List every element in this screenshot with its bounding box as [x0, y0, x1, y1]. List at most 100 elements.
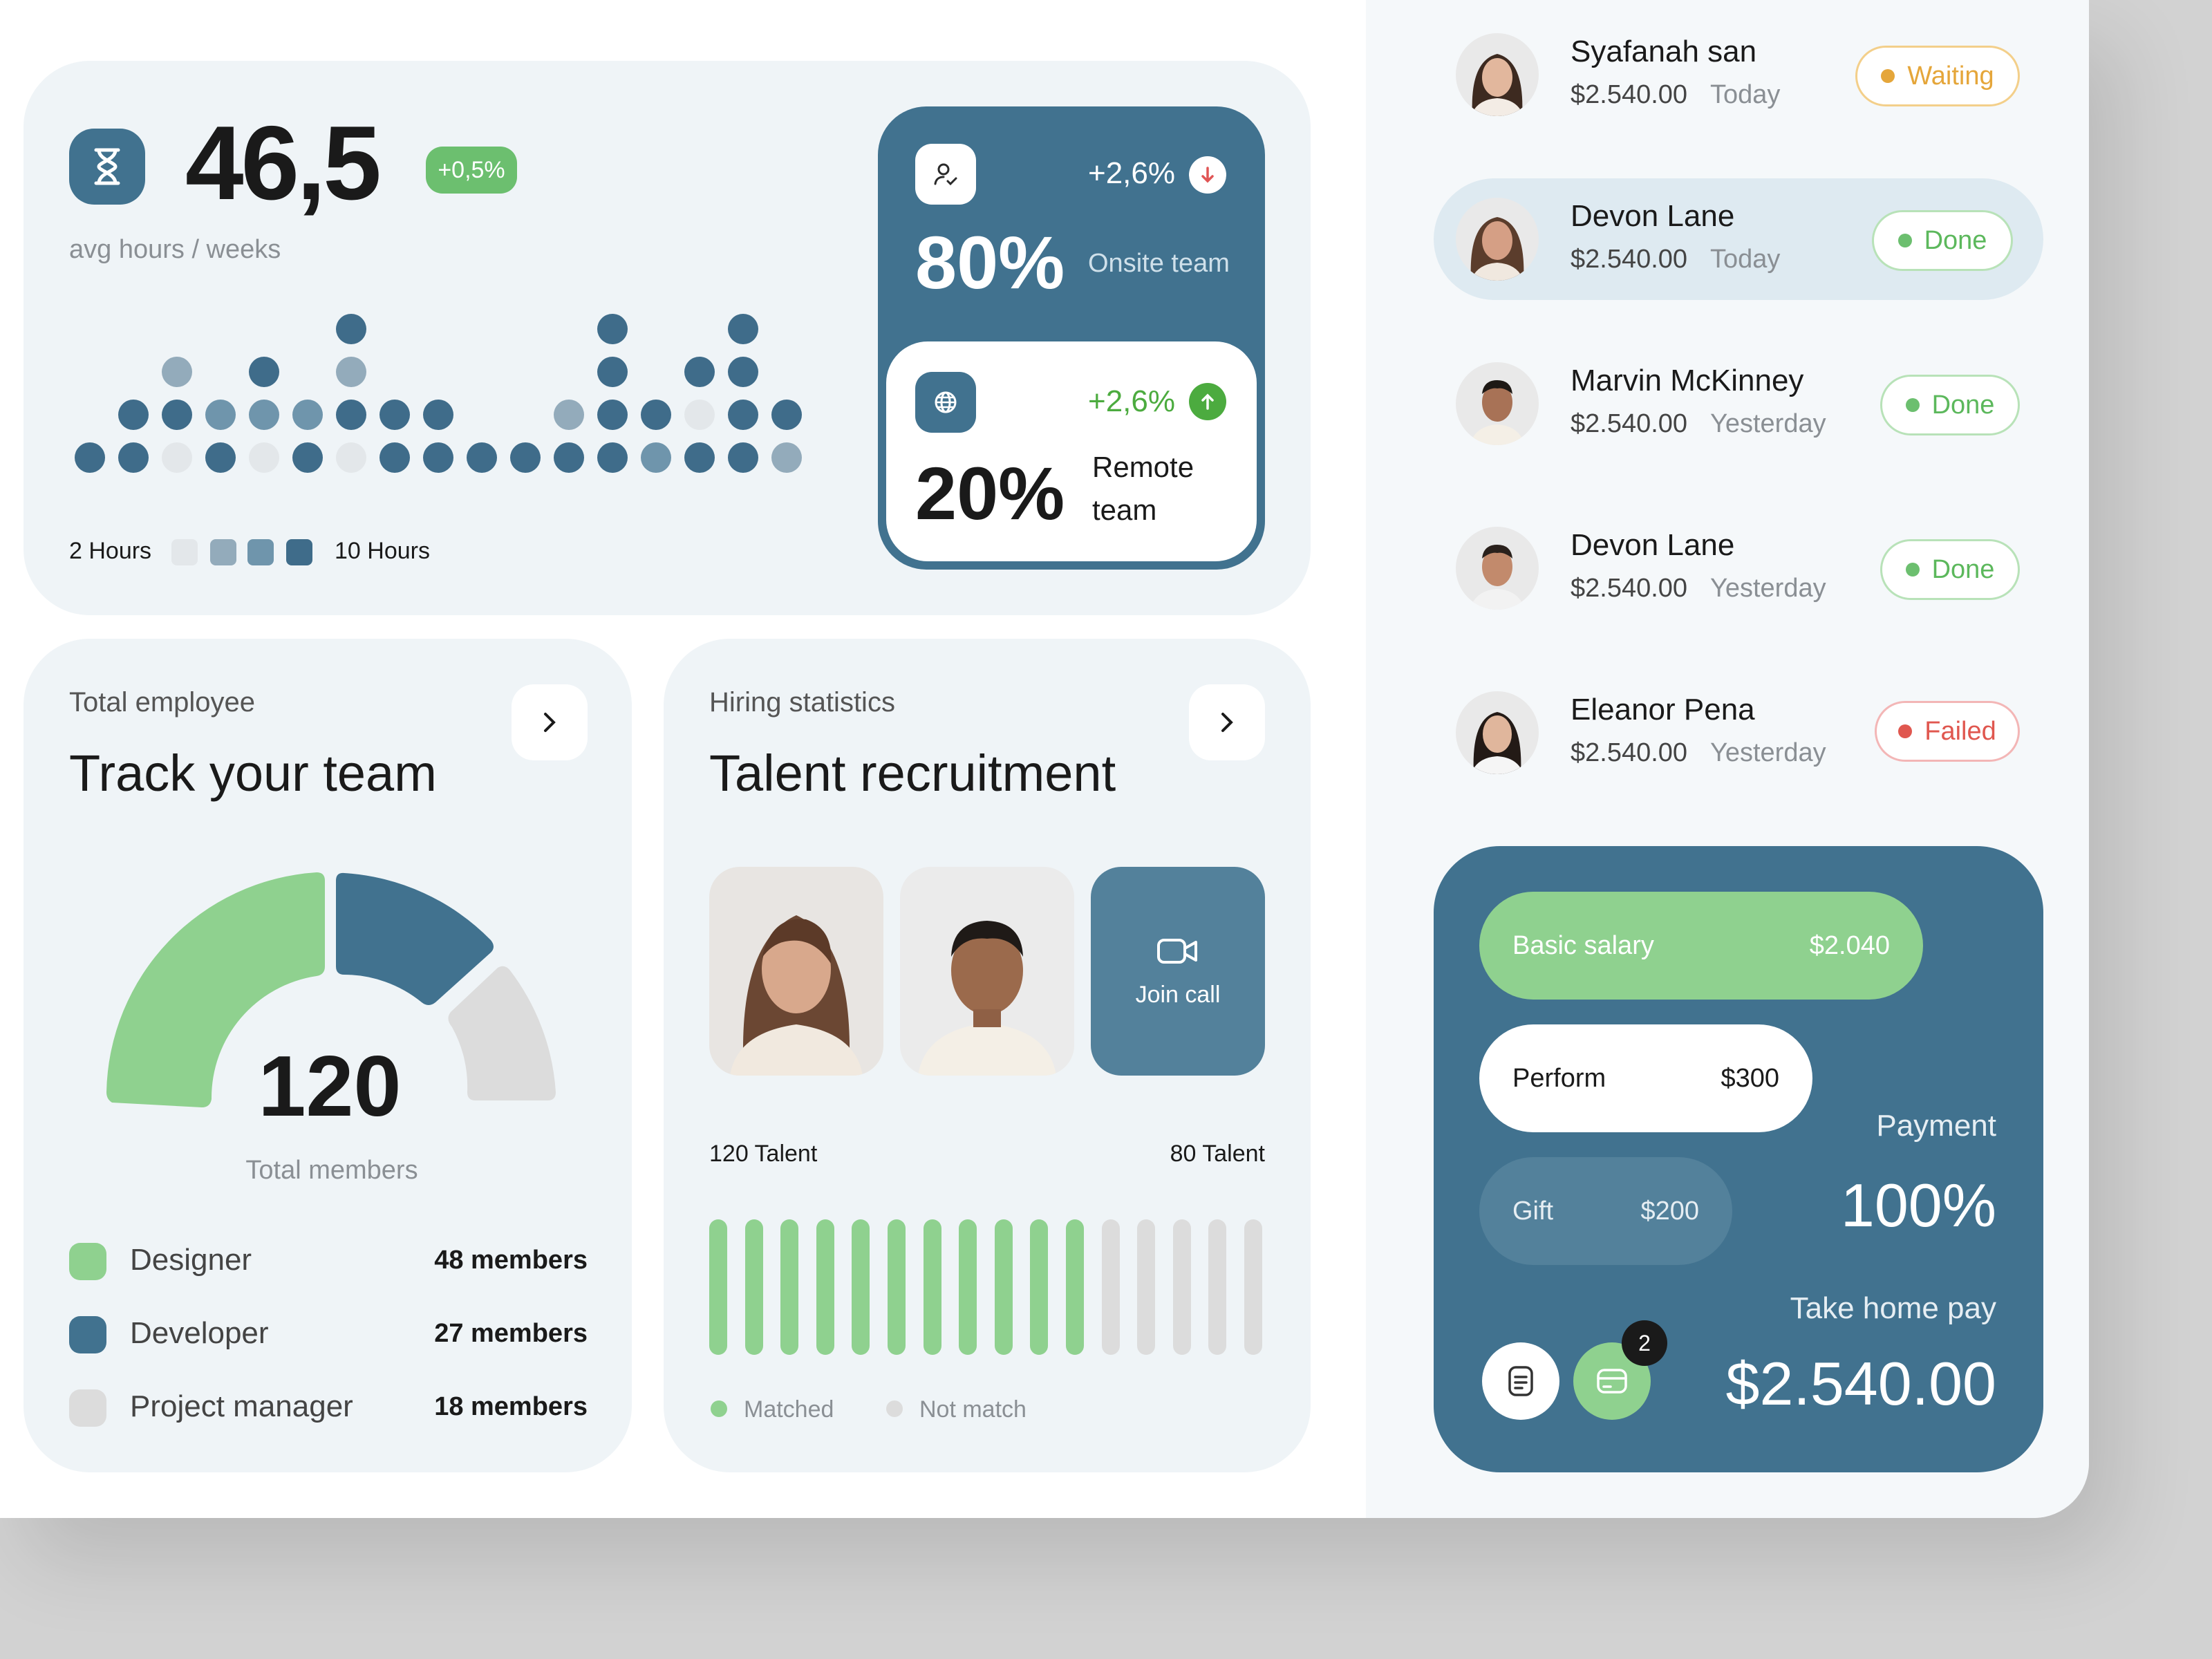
developer-swatch: [69, 1316, 106, 1353]
avatar: [1456, 527, 1539, 610]
hours-dot: [205, 400, 236, 430]
talent-bar-not-match: [1137, 1219, 1156, 1355]
hours-dot: [205, 442, 236, 473]
status-badge: Failed: [1875, 701, 2020, 762]
basic-salary-value: $2.040: [1809, 930, 1890, 960]
person-name: Marvin McKinney: [1571, 364, 1804, 397]
hours-dot: [379, 442, 410, 473]
chevron-right-icon: [1221, 713, 1233, 732]
person-amount: $2.540.00: [1571, 574, 1688, 603]
person-when: Yesterday: [1710, 409, 1826, 438]
talent-bar-matched: [1030, 1219, 1049, 1355]
legend-swatch: [171, 539, 198, 565]
payment-value: 100%: [1840, 1171, 1996, 1239]
hours-dot: [379, 400, 410, 430]
status-label: Done: [1931, 390, 1995, 420]
status-dot: [1905, 398, 1920, 412]
avg-hours-value: 46,5: [185, 104, 382, 222]
talent-bar-matched: [852, 1219, 870, 1355]
hours-dot: [597, 442, 628, 473]
talent-bar-not-match: [1244, 1219, 1262, 1355]
talent-bar-not-match: [1172, 1219, 1191, 1355]
gift-pill[interactable]: Gift $200: [1479, 1157, 1732, 1265]
hours-dot: [728, 314, 758, 344]
status-badge: Done: [1880, 539, 2020, 600]
designer-label: Designer: [130, 1243, 252, 1277]
credit-card-icon: [1597, 1369, 1627, 1394]
status-dot: [1881, 69, 1895, 83]
developer-count: 27 members: [434, 1319, 588, 1348]
hours-dot: [75, 442, 105, 473]
hours-dot: [336, 357, 366, 387]
avg-hours-caption: avg hours / weeks: [69, 235, 281, 264]
hours-dot: [336, 442, 366, 473]
join-call-button[interactable]: Join call: [1091, 867, 1265, 1076]
perform-pill[interactable]: Perform $300: [1479, 1024, 1812, 1132]
dashboard-app: 46,5 +0,5% avg hours / weeks 2 Hours 10 …: [0, 0, 2089, 1518]
talent-right-count: 80 Talent: [1170, 1141, 1265, 1167]
hours-dot: [336, 400, 366, 430]
status-dot: [1897, 234, 1912, 247]
avatar: [1456, 33, 1539, 116]
perform-value: $300: [1721, 1063, 1779, 1093]
hiring-open-button[interactable]: [1189, 684, 1265, 760]
person-amount: $2.540.00: [1571, 245, 1688, 274]
candidate-photo-man[interactable]: [900, 867, 1074, 1076]
hours-dot: [423, 442, 453, 473]
hours-dot: [684, 442, 715, 473]
talent-bar-matched: [923, 1219, 941, 1355]
hiring-eyebrow: Hiring statistics: [709, 687, 895, 718]
gauge-segment-project-manager: [448, 966, 556, 1100]
gift-value: $200: [1640, 1196, 1699, 1226]
hours-dot: [336, 314, 366, 344]
legend-min-label: 2 Hours: [69, 538, 152, 564]
talent-bar-matched: [744, 1219, 763, 1355]
join-call-label: Join call: [1135, 981, 1221, 1008]
status-dot: [1905, 563, 1920, 577]
remote-value: 20%: [915, 451, 1065, 535]
avg-hours-delta-badge: +0,5%: [426, 147, 517, 194]
gauge-segment-developer: [336, 872, 494, 1005]
talent-bar-matched: [1066, 1219, 1084, 1355]
talent-bar-matched: [709, 1219, 727, 1355]
globe-icon: [915, 372, 976, 433]
hours-dot: [771, 400, 802, 430]
basic-salary-pill[interactable]: Basic salary $2.040: [1479, 892, 1923, 1000]
hours-dot: [162, 442, 192, 473]
total-members-value: 120: [258, 1039, 402, 1134]
employee-title: Track your team: [69, 744, 437, 802]
project-manager-count: 18 members: [434, 1392, 588, 1421]
hours-dot: [728, 400, 758, 430]
hours-dot: [467, 442, 497, 473]
hours-dot: [118, 442, 149, 473]
status-label: Done: [1924, 225, 1987, 255]
person-name: Eleanor Pena: [1571, 693, 1755, 727]
legend-swatch: [286, 539, 312, 565]
status-label: Done: [1931, 554, 1995, 584]
talent-left-count: 120 Talent: [709, 1141, 818, 1167]
person-amount: $2.540.00: [1571, 738, 1688, 767]
candidate-photo-woman[interactable]: [709, 867, 883, 1076]
perform-label: Perform: [1512, 1063, 1606, 1093]
hours-dot: [118, 400, 149, 430]
hours-dot: [292, 442, 323, 473]
person-name: Devon Lane: [1571, 199, 1735, 233]
not-match-legend-label: Not match: [919, 1396, 1027, 1423]
hours-dot: [554, 442, 584, 473]
hourglass-icon: [69, 129, 145, 205]
onsite-delta: +2,6%: [1088, 156, 1175, 190]
hours-dot: [554, 400, 584, 430]
hours-dot: [249, 442, 279, 473]
person-name: Syafanah san: [1571, 35, 1757, 68]
employee-open-button[interactable]: [512, 684, 588, 760]
hours-dot: [510, 442, 541, 473]
legend-max-label: 10 Hours: [335, 538, 430, 564]
hours-dot-matrix: [75, 310, 807, 476]
hours-dot: [728, 357, 758, 387]
not-match-legend-dot: [886, 1400, 903, 1417]
hiring-title: Talent recruitment: [709, 744, 1116, 802]
status-dot: [1898, 724, 1913, 738]
arrow-down-icon: [1189, 156, 1226, 194]
avatar: [1456, 691, 1539, 774]
document-button[interactable]: [1482, 1342, 1559, 1420]
